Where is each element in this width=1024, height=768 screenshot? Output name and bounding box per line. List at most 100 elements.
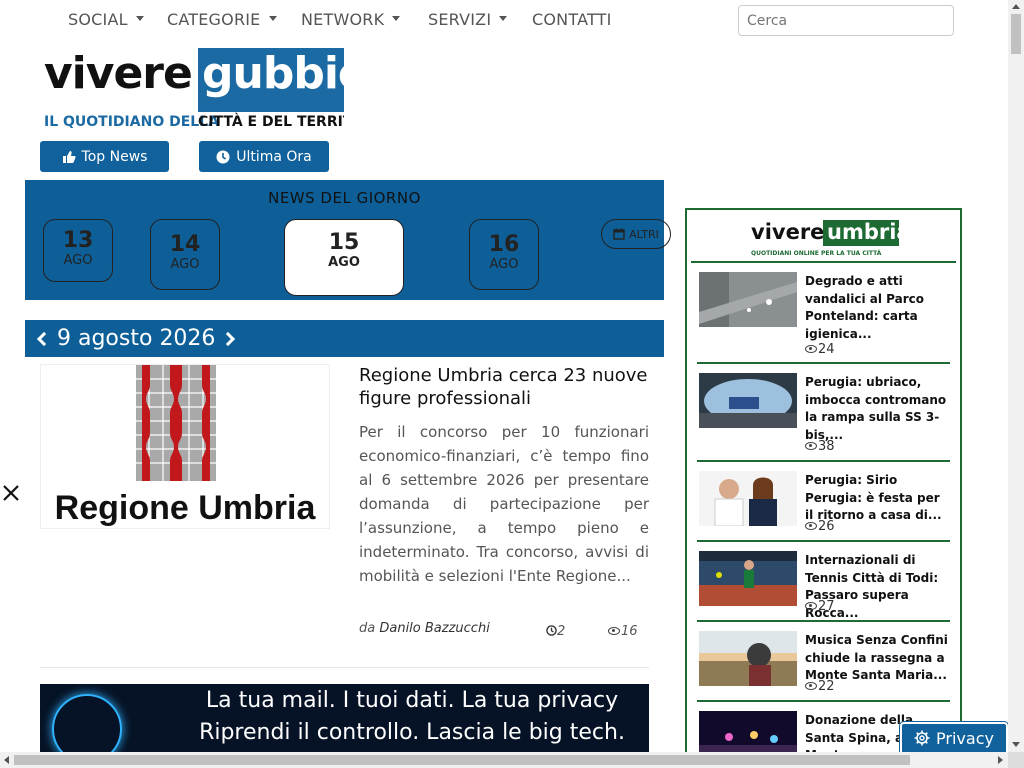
article-title[interactable]: Regione Umbria cerca 23 nuove figure pro… xyxy=(359,364,649,410)
day-13[interactable]: 13 AGO xyxy=(43,219,113,282)
views-value: 24 xyxy=(818,342,835,357)
news-of-the-day-title: NEWS DEL GIORNO xyxy=(268,189,421,207)
chevron-down-icon xyxy=(268,16,277,21)
vivere-umbria-logo[interactable]: vivere umbria QUOTIDIANI ONLINE PER LA T… xyxy=(751,218,911,262)
news-thumbnail-image xyxy=(699,631,797,686)
top-navbar: SOCIAL CATEGORIE NETWORK SERVIZI CONTATT… xyxy=(0,0,1008,40)
horizontal-scrollbar[interactable] xyxy=(0,752,1008,768)
eye-icon xyxy=(805,601,817,610)
article-meta: da Danilo Bazzucchi 2 16 xyxy=(359,621,649,639)
logo-tagline-right: CITTÀ E DEL TERRITORIO xyxy=(198,114,344,130)
ultima-ora-label: Ultima Ora xyxy=(236,148,312,165)
vivere-umbria-sidebar: vivere umbria QUOTIDIANI ONLINE PER LA T… xyxy=(685,208,962,768)
nav-servizi[interactable]: SERVIZI xyxy=(428,10,508,29)
privacy-label: Privacy xyxy=(936,728,994,748)
scrollbar-thumb[interactable] xyxy=(14,755,910,765)
day-number: 13 xyxy=(62,228,94,253)
sidebar-logo-word-left: vivere xyxy=(751,220,825,244)
sidebar-news-title: Perugia: ubriaco, imbocca contromano la … xyxy=(805,375,947,442)
altri-label: ALTRI xyxy=(629,227,659,241)
altri-button[interactable]: ALTRI xyxy=(601,219,671,249)
scroll-right-arrow-icon[interactable] xyxy=(998,756,1003,764)
author-prefix: da xyxy=(359,621,376,636)
scroll-up-arrow-icon[interactable] xyxy=(1012,4,1020,9)
news-thumbnail-image xyxy=(699,551,797,606)
eye-icon xyxy=(805,681,817,690)
sidebar-news-title: Degrado e atti vandalici al Parco Pontel… xyxy=(805,274,925,341)
news-thumbnail-image xyxy=(699,471,797,526)
sidebar-news-title: Musica Senza Confini chiude la rassegna … xyxy=(805,633,948,682)
article-image[interactable]: Regione Umbria xyxy=(40,364,330,529)
views-count: 16 xyxy=(608,624,638,639)
top-news-label: Top News xyxy=(81,148,148,165)
chevron-down-icon xyxy=(135,16,144,21)
day-15-active[interactable]: 15 AGO xyxy=(284,219,404,296)
divider xyxy=(40,667,649,668)
sidebar-logo-word-right: umbria xyxy=(827,220,911,244)
banner-line-1: La tua mail. I tuoi dati. La tua privacy xyxy=(205,688,619,713)
views-value: 16 xyxy=(621,624,638,639)
site-logo[interactable]: vivere gubbio IL QUOTIDIANO DELLA CITTÀ … xyxy=(44,48,344,132)
clock-icon xyxy=(216,150,230,163)
search-input[interactable] xyxy=(738,5,954,36)
nav-social-label: SOCIAL xyxy=(68,10,128,29)
nav-categorie[interactable]: CATEGORIE xyxy=(167,10,277,29)
eye-icon xyxy=(805,521,817,530)
scroll-down-arrow-icon[interactable] xyxy=(1012,742,1020,747)
sidebar-news-views: 26 xyxy=(805,519,835,534)
chevron-right-icon[interactable] xyxy=(221,331,236,346)
privacy-button[interactable]: Privacy xyxy=(900,722,1008,754)
day-month: AGO xyxy=(63,253,93,268)
vertical-scrollbar[interactable] xyxy=(1008,0,1024,752)
views-value: 26 xyxy=(818,519,835,534)
banner-line-2: Riprendi il controllo. Lascia le big tec… xyxy=(199,720,625,745)
sidebar-news-item[interactable]: Degrado e atti vandalici al Parco Pontel… xyxy=(697,263,950,364)
nav-contatti-label: CONTATTI xyxy=(532,10,612,29)
scrollbar-thumb[interactable] xyxy=(1011,14,1021,54)
close-icon[interactable] xyxy=(2,484,20,502)
thumbs-up-icon xyxy=(62,150,76,163)
sidebar-news-views: 24 xyxy=(805,342,835,357)
day-16[interactable]: 16 AGO xyxy=(469,219,539,290)
day-14[interactable]: 14 AGO xyxy=(150,219,220,290)
news-of-the-day-panel: NEWS DEL GIORNO 13 AGO 14 AGO 15 AGO 16 … xyxy=(25,180,671,300)
sidebar-news-title: Perugia: Sirio Perugia: è festa per il r… xyxy=(805,473,942,522)
nav-categorie-label: CATEGORIE xyxy=(167,10,261,29)
nav-network-label: NETWORK xyxy=(301,10,385,29)
day-number: 15 xyxy=(328,230,360,255)
sidebar-news-views: 22 xyxy=(805,679,835,694)
logo-word-right: gubbio xyxy=(202,48,344,99)
calendar-icon xyxy=(613,228,625,240)
nav-servizi-label: SERVIZI xyxy=(428,10,492,29)
scrollbar-corner xyxy=(1008,752,1024,768)
sidebar-logo-tagline: QUOTIDIANI ONLINE PER LA TUA CITTÀ xyxy=(751,250,882,257)
day-number: 16 xyxy=(488,232,520,257)
logo-tagline-left: IL QUOTIDIANO DELLA xyxy=(44,114,219,130)
top-news-button[interactable]: Top News xyxy=(40,141,169,172)
chevron-down-icon xyxy=(392,16,401,21)
nav-network[interactable]: NETWORK xyxy=(301,10,401,29)
views-value: 27 xyxy=(818,599,835,614)
article-excerpt: Per il concorso per 10 funzionari econom… xyxy=(359,423,649,585)
nav-contatti[interactable]: CONTATTI xyxy=(532,10,612,29)
article-author[interactable]: Danilo Bazzucchi xyxy=(379,621,489,636)
sidebar-news-item[interactable]: Perugia: ubriaco, imbocca contromano la … xyxy=(697,364,950,462)
day-month: AGO xyxy=(328,255,360,270)
sidebar-news-views: 38 xyxy=(805,439,835,454)
scroll-left-arrow-icon[interactable] xyxy=(4,756,9,764)
article-image-caption: Regione Umbria xyxy=(54,489,316,527)
sidebar-news-item[interactable]: Internazionali di Tennis Città di Todi: … xyxy=(697,542,950,622)
news-thumbnail-image xyxy=(699,272,797,327)
nav-social[interactable]: SOCIAL xyxy=(68,10,144,29)
eye-icon xyxy=(608,626,620,635)
day-month: AGO xyxy=(170,257,200,272)
ultima-ora-button[interactable]: Ultima Ora xyxy=(199,141,329,172)
views-value: 22 xyxy=(818,679,835,694)
sidebar-news-views: 27 xyxy=(805,599,835,614)
day-number: 14 xyxy=(169,232,201,257)
sidebar-news-item[interactable]: Musica Senza Confini chiude la rassegna … xyxy=(697,622,950,702)
eye-icon xyxy=(805,441,817,450)
clock-icon xyxy=(546,625,557,636)
chevron-left-icon[interactable] xyxy=(36,331,52,346)
sidebar-news-item[interactable]: Perugia: Sirio Perugia: è festa per il r… xyxy=(697,462,950,542)
